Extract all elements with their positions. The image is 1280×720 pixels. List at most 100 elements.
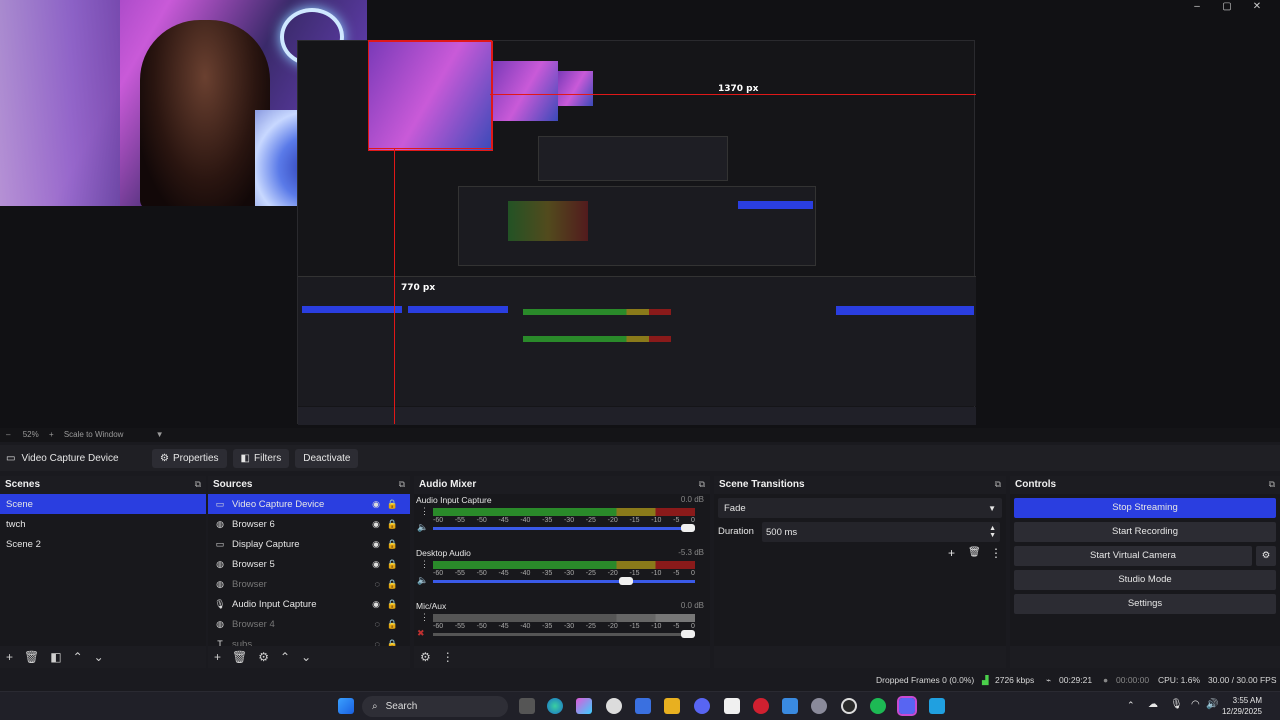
lock-icon[interactable]: 🔒 — [387, 599, 398, 610]
source-item[interactable]: Tsubs ◌ 🔒 — [208, 634, 410, 647]
move-down-icon[interactable]: ⌄ — [301, 650, 311, 664]
program-preview[interactable]: 1370 px 770 px – ▢ ✕ — [0, 0, 1280, 428]
speaker-icon[interactable]: 🔈 — [417, 522, 428, 533]
undock-icon[interactable]: ⧉ — [195, 479, 201, 490]
stop-streaming-button[interactable]: Stop Streaming — [1014, 498, 1276, 518]
move-up-icon[interactable]: ⌃ — [280, 650, 290, 664]
volume-slider-handle[interactable] — [681, 630, 695, 638]
source-item[interactable]: 🎙 Audio Input Capture ◉ 🔒 — [208, 594, 410, 614]
taskbar-clock[interactable]: 3:55 AM 12/29/2025 — [1222, 695, 1262, 717]
start-recording-button[interactable]: Start Recording — [1014, 522, 1276, 542]
add-icon[interactable]: + — [214, 650, 221, 664]
menu-dots-icon[interactable]: ⋮ — [990, 546, 1002, 560]
muted-speaker-icon[interactable]: ✖ — [417, 628, 425, 639]
zoom-plus-icon[interactable]: + — [49, 430, 54, 439]
obs-icon[interactable] — [841, 698, 857, 714]
scene-item[interactable]: Scene — [0, 494, 206, 514]
start-virtual-camera-button[interactable]: Start Virtual Camera — [1014, 546, 1252, 566]
source-item[interactable]: ▭ Display Capture ◉ 🔒 — [208, 534, 410, 554]
settings-button[interactable]: Settings — [1014, 594, 1276, 614]
taskbar-search[interactable]: ⌕ Search — [362, 696, 508, 717]
scale-mode[interactable]: Scale to Window — [64, 430, 124, 439]
properties-button[interactable]: ⚙ Properties — [152, 448, 227, 468]
close-button[interactable]: ✕ — [1242, 0, 1272, 14]
volume-slider-handle[interactable] — [681, 524, 695, 532]
volume-slider[interactable] — [433, 580, 695, 583]
scene-item[interactable]: Scene 2 — [0, 534, 206, 554]
eye-icon[interactable]: ◉ — [372, 599, 380, 610]
move-down-icon[interactable]: ⌄ — [94, 650, 104, 664]
chevron-down-icon[interactable]: ▼ — [156, 430, 164, 439]
menu-dots-icon[interactable]: ⋮ — [442, 650, 454, 664]
task-view-icon[interactable] — [519, 698, 535, 714]
eye-hidden-icon[interactable]: ◌ — [375, 579, 380, 589]
lock-icon[interactable]: 🔒 — [387, 499, 398, 510]
filters-button[interactable]: ◧ Filters — [232, 448, 290, 468]
source-item[interactable]: ◍ Browser ◌ 🔒 — [208, 574, 410, 594]
add-icon[interactable]: + — [948, 546, 955, 560]
advanced-audio-icon[interactable]: ⚙ — [420, 650, 431, 664]
volume-slider[interactable] — [433, 633, 695, 636]
photos-icon[interactable] — [782, 698, 798, 714]
recorder-icon[interactable] — [753, 698, 769, 714]
app-icon[interactable] — [606, 698, 622, 714]
undock-icon[interactable]: ⧉ — [399, 479, 405, 490]
cloud-icon[interactable]: ☁ — [1148, 699, 1158, 710]
copilot-icon[interactable] — [576, 698, 592, 714]
source-item[interactable]: ◍ Browser 4 ◌ 🔒 — [208, 614, 410, 634]
discord-icon[interactable] — [694, 698, 710, 714]
lock-icon[interactable]: 🔒 — [387, 639, 398, 647]
gear-icon[interactable]: ⚙ — [258, 650, 269, 664]
deactivate-button[interactable]: Deactivate — [295, 448, 359, 468]
eye-icon[interactable]: ◉ — [372, 539, 380, 550]
chevron-up-icon[interactable]: ⌃ — [1127, 700, 1135, 711]
app-blue-icon[interactable] — [929, 698, 945, 714]
lock-icon[interactable]: 🔒 — [387, 559, 398, 570]
transition-select[interactable]: Fade ▼ — [718, 498, 1002, 518]
move-up-icon[interactable]: ⌃ — [73, 650, 83, 664]
lock-icon[interactable]: 🔒 — [387, 519, 398, 530]
virtual-camera-settings-gear-icon[interactable]: ⚙ — [1256, 546, 1276, 566]
volume-icon[interactable]: 🔊 — [1206, 699, 1218, 710]
undock-icon[interactable]: ⧉ — [1269, 479, 1275, 490]
stepper-icon[interactable]: ▲ ▼ — [989, 525, 996, 539]
filter-icon[interactable]: ◧ — [50, 650, 61, 664]
trash-icon[interactable]: 🗑 — [232, 650, 247, 664]
maximize-button[interactable]: ▢ — [1212, 0, 1242, 14]
duration-spinbox[interactable]: 500 ms ▲ ▼ — [762, 522, 1000, 542]
microphone-icon[interactable]: 🎙 — [1170, 699, 1183, 710]
windows-start-icon[interactable] — [338, 698, 354, 714]
source-item[interactable]: ▭ Video Capture Device ◉ 🔒 — [208, 494, 410, 514]
speaker-icon[interactable]: 🔈 — [417, 575, 428, 586]
undock-icon[interactable]: ⧉ — [995, 479, 1001, 490]
discord-alt-icon[interactable] — [897, 696, 917, 716]
edge-icon[interactable] — [547, 698, 563, 714]
volume-slider-handle[interactable] — [619, 577, 633, 585]
eye-hidden-icon[interactable]: ◌ — [375, 619, 380, 629]
trash-icon[interactable]: 🗑 — [24, 650, 39, 664]
scene-item[interactable]: twch — [0, 514, 206, 534]
minimize-button[interactable]: – — [1182, 0, 1212, 14]
volume-slider[interactable] — [433, 527, 695, 530]
studio-mode-button[interactable]: Studio Mode — [1014, 570, 1276, 590]
notepad-icon[interactable] — [724, 698, 740, 714]
eye-icon[interactable]: ◉ — [372, 499, 380, 510]
eye-icon[interactable]: ◉ — [372, 519, 380, 530]
trash-icon[interactable]: 🗑 — [968, 547, 981, 558]
store-icon[interactable] — [635, 698, 651, 714]
lock-icon[interactable]: 🔒 — [387, 619, 398, 630]
menu-dots-icon[interactable]: ⋮ — [420, 559, 429, 570]
zoom-minus-icon[interactable]: – — [6, 430, 10, 439]
source-item[interactable]: ◍ Browser 6 ◉ 🔒 — [208, 514, 410, 534]
settings-gear-icon[interactable] — [811, 698, 827, 714]
spotify-icon[interactable] — [870, 698, 886, 714]
lock-icon[interactable]: 🔒 — [387, 539, 398, 550]
eye-hidden-icon[interactable]: ◌ — [375, 639, 380, 646]
undock-icon[interactable]: ⧉ — [699, 479, 705, 490]
menu-dots-icon[interactable]: ⋮ — [420, 506, 429, 517]
add-icon[interactable]: + — [6, 650, 13, 664]
wifi-icon[interactable]: ◠ — [1191, 699, 1200, 710]
file-explorer-icon[interactable] — [664, 698, 680, 714]
menu-dots-icon[interactable]: ⋮ — [420, 612, 429, 623]
lock-icon[interactable]: 🔒 — [387, 579, 398, 590]
